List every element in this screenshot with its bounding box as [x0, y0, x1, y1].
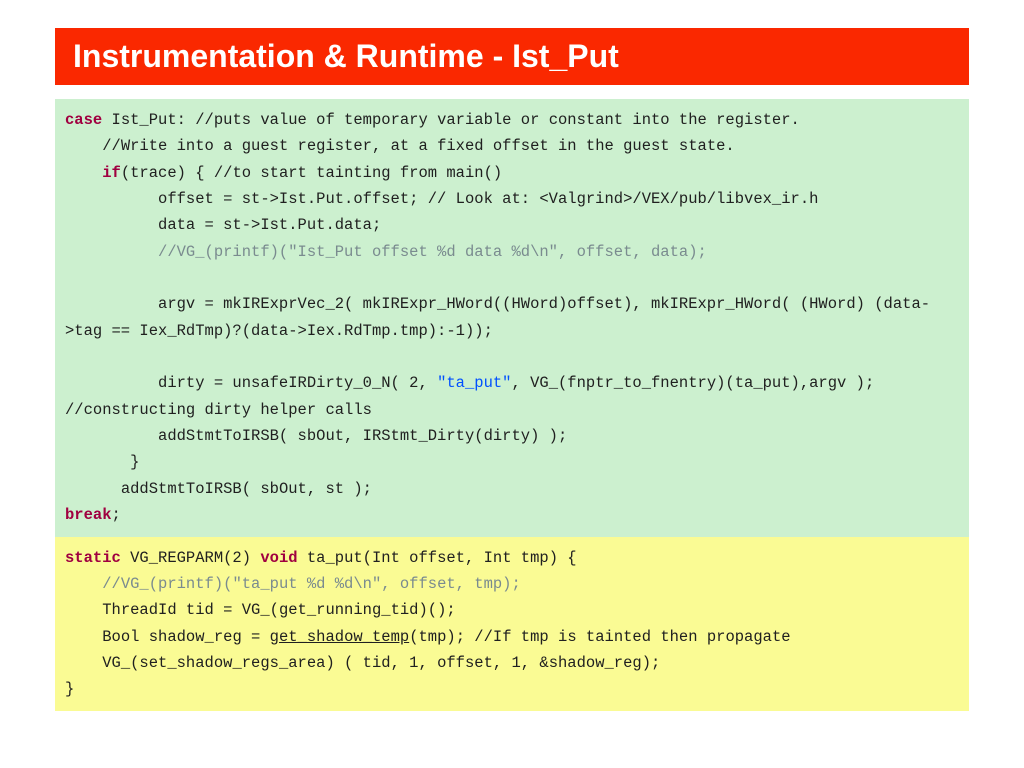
slide-title: Instrumentation & Runtime - Ist_Put: [55, 28, 969, 85]
keyword-static: static: [65, 549, 121, 567]
code-text: dirty = unsafeIRDirty_0_N( 2,: [65, 374, 437, 392]
slide: Instrumentation & Runtime - Ist_Put case…: [0, 0, 1024, 711]
keyword-if: if: [65, 164, 121, 182]
code-text: //Write into a guest register, at a fixe…: [65, 137, 735, 155]
code-block-bottom: static VG_REGPARM(2) void ta_put(Int off…: [55, 537, 969, 711]
keyword-break: break: [65, 506, 112, 524]
code-string: "ta_put": [437, 374, 511, 392]
code-comment: //VG_(printf)("Ist_Put offset %d data %d…: [65, 243, 707, 261]
code-text: Bool shadow_reg =: [65, 628, 270, 646]
code-text: ta_put(Int offset, Int tmp) {: [298, 549, 577, 567]
code-text: (trace) { //to start tainting from main(…: [121, 164, 502, 182]
code-text: ;: [112, 506, 121, 524]
code-text: ThreadId tid = VG_(get_running_tid)();: [65, 601, 456, 619]
code-text: Ist_Put: //puts value of temporary varia…: [102, 111, 800, 129]
code-text: offset = st->Ist.Put.offset; // Look at:…: [65, 190, 818, 208]
code-text: }: [65, 453, 139, 471]
code-text: addStmtToIRSB( sbOut, st );: [65, 480, 372, 498]
code-underline: get_shadow_temp: [270, 628, 410, 646]
code-text: argv = mkIRExprVec_2( mkIRExpr_HWord((HW…: [65, 295, 930, 339]
code-text: }: [65, 680, 74, 698]
code-text: VG_REGPARM(2): [121, 549, 261, 567]
code-block-top: case Ist_Put: //puts value of temporary …: [55, 99, 969, 537]
code-text: data = st->Ist.Put.data;: [65, 216, 381, 234]
code-text: (tmp); //If tmp is tainted then propagat…: [409, 628, 790, 646]
code-comment: //VG_(printf)("ta_put %d %d\n", offset, …: [65, 575, 521, 593]
code-text: VG_(set_shadow_regs_area) ( tid, 1, offs…: [65, 654, 660, 672]
keyword-void: void: [260, 549, 297, 567]
keyword-case: case: [65, 111, 102, 129]
code-text: addStmtToIRSB( sbOut, IRStmt_Dirty(dirty…: [65, 427, 567, 445]
